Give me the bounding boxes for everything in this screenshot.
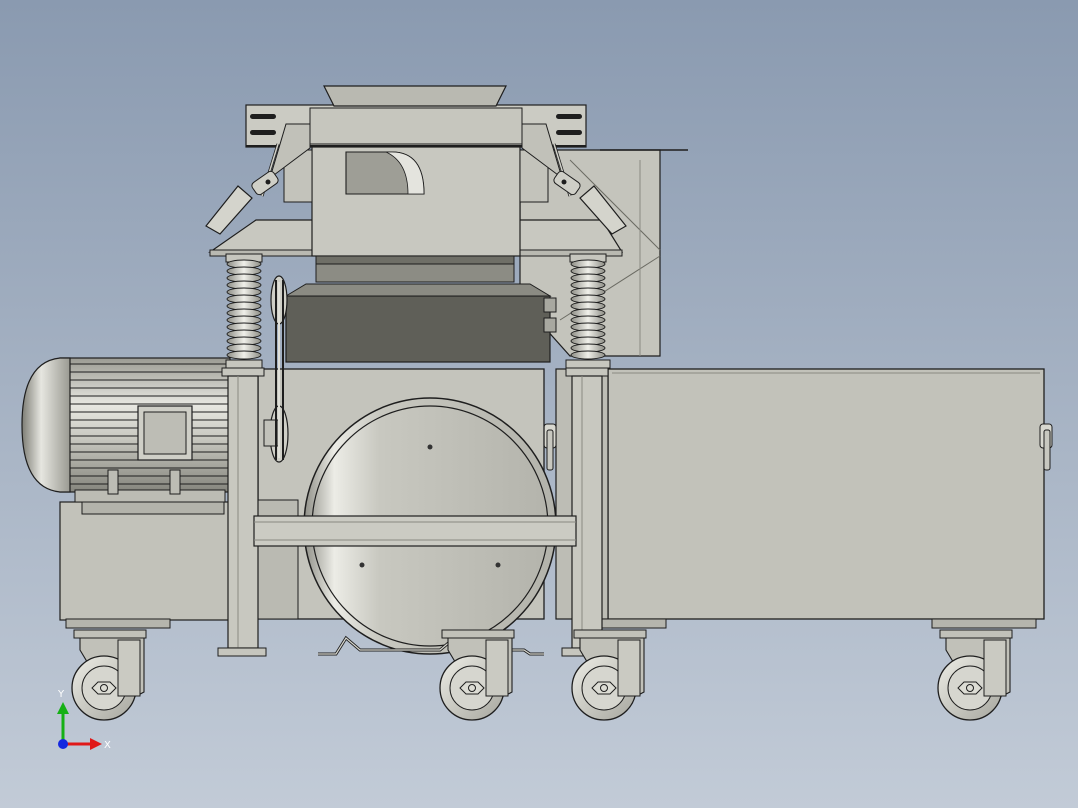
y-axis-label: Y [57, 689, 65, 700]
x-axis-label: X [104, 740, 111, 751]
caster-wheel [937, 629, 1013, 721]
caster-wheel [439, 629, 515, 721]
caster-wheel [71, 629, 147, 721]
right-cabinet [543, 368, 1053, 629]
casters [71, 629, 1013, 721]
hopper-assembly [208, 85, 624, 257]
caster-wheel [571, 629, 647, 721]
electric-motor [21, 357, 231, 503]
y-axis-head [57, 702, 69, 714]
x-axis-head [90, 738, 102, 750]
z-axis-dot [58, 739, 68, 749]
spring-left [225, 253, 263, 369]
machine-drawing: Y X [21, 85, 1053, 751]
cad-viewport[interactable]: Y X [0, 0, 1078, 808]
motor-base [59, 501, 231, 629]
screen-box [284, 255, 557, 363]
